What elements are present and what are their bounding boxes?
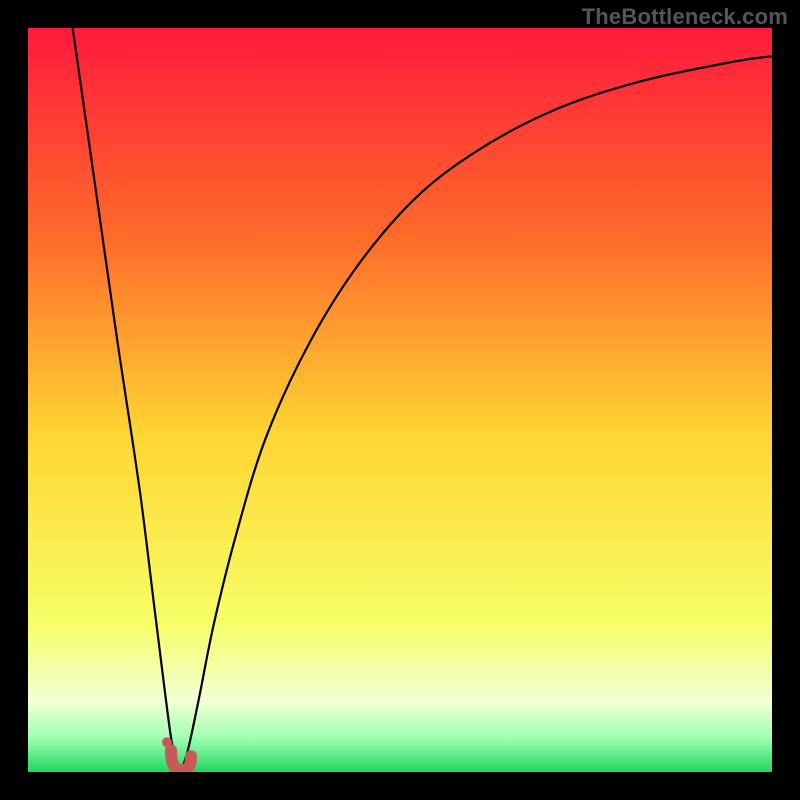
chart-frame <box>28 28 772 772</box>
minimum-marker-dot <box>162 737 172 747</box>
bottleneck-chart <box>28 28 772 772</box>
watermark-text: TheBottleneck.com <box>582 4 788 30</box>
gradient-background <box>28 28 772 772</box>
